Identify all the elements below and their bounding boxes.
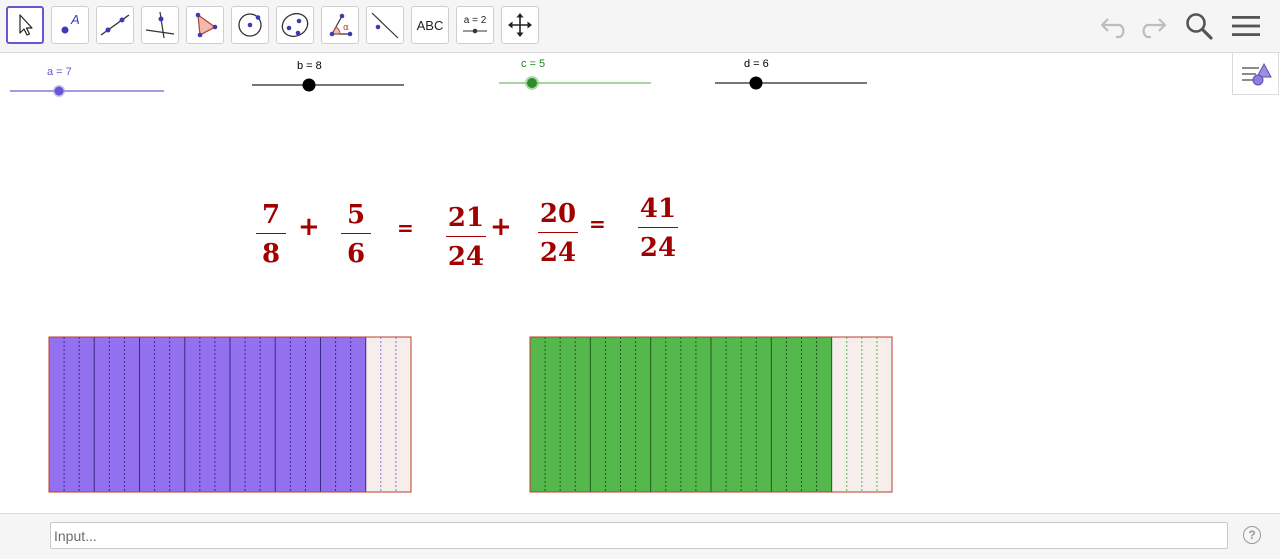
plus-sign: + (490, 212, 512, 242)
fraction-denominator: 24 (639, 233, 677, 263)
filled-part (184, 337, 230, 492)
reflect-tool[interactable] (366, 6, 404, 44)
arrow-pointer-icon (19, 14, 33, 36)
fraction-bar (256, 233, 286, 234)
perpendicular-line-tool[interactable] (141, 6, 179, 44)
move-cross-icon (508, 13, 532, 37)
empty-part (365, 337, 411, 492)
ellipse-icon (281, 12, 309, 38)
fraction-numerator: 41 (639, 194, 677, 224)
slider-b[interactable]: b = 8 (252, 58, 412, 94)
fraction-numerator: 21 (447, 203, 485, 233)
move-tool[interactable] (6, 6, 44, 44)
undo-icon (1100, 18, 1125, 39)
fraction-bar-diagram-c-over-d (529, 336, 893, 493)
slider-d-track[interactable] (715, 76, 875, 90)
help-icon[interactable]: ? (1243, 526, 1261, 544)
polygon-icon (195, 12, 218, 38)
circle-tool[interactable] (231, 6, 269, 44)
slider-b-track[interactable] (252, 78, 412, 92)
slider-icon (463, 28, 487, 34)
equals-sign: = (589, 212, 606, 236)
move-graphics-view-tool[interactable] (501, 6, 539, 44)
slider-c[interactable]: c = 5 (499, 56, 659, 92)
slider-tool[interactable]: a = 2 (456, 6, 494, 44)
slider-a-knob[interactable] (54, 86, 64, 96)
slider-a-label: a = 7 (47, 66, 72, 78)
slider-a-track[interactable] (10, 84, 170, 98)
point-tool[interactable]: A (51, 6, 89, 44)
fraction-denominator: 6 (346, 239, 366, 269)
fraction-numerator: 7 (261, 200, 281, 230)
slider-d[interactable]: d = 6 (715, 56, 875, 92)
algebra-input-bar: ? (0, 513, 1280, 559)
filled-part (49, 337, 95, 492)
fraction-sum-second: 20 24 (538, 201, 578, 266)
toolbar: A α ABC a = 2 (0, 0, 1280, 53)
slider-c-track[interactable] (499, 76, 659, 90)
line-tool[interactable] (96, 6, 134, 44)
fraction-result: 41 24 (638, 196, 678, 261)
fraction-a-over-b: 7 8 (256, 202, 286, 267)
slider-c-label: c = 5 (521, 58, 546, 70)
fraction-bar (446, 236, 486, 237)
svg-text:A: A (70, 12, 80, 27)
graphics-stylebar-toggle[interactable] (1232, 53, 1279, 95)
fraction-numerator: 5 (346, 200, 366, 230)
angle-tool[interactable]: α (321, 6, 359, 44)
main-menu-button[interactable] (1228, 8, 1264, 44)
polygon-tool[interactable] (186, 6, 224, 44)
slider-d-knob[interactable] (749, 76, 763, 90)
filled-part (94, 337, 140, 492)
slider-a[interactable]: a = 7 (10, 64, 170, 100)
redo-icon (1142, 18, 1167, 39)
slider-b-label: b = 8 (297, 60, 322, 72)
angle-icon: α (329, 13, 353, 37)
algebra-input-field[interactable] (50, 522, 1228, 549)
fraction-denominator: 24 (539, 238, 577, 268)
search-icon (1186, 13, 1213, 40)
text-tool[interactable]: ABC (411, 6, 449, 44)
filled-part (275, 337, 321, 492)
redo-button[interactable] (1134, 8, 1170, 44)
graphics-stylebar-icon (1241, 62, 1272, 85)
plus-sign: + (298, 212, 320, 242)
filled-part (230, 337, 276, 492)
equals-sign: = (397, 216, 414, 240)
svg-text:α: α (343, 23, 349, 33)
fraction-bar (538, 232, 578, 233)
fraction-c-over-d: 5 6 (341, 202, 371, 267)
slider-b-knob[interactable] (302, 78, 316, 92)
text-tool-label: ABC (416, 17, 444, 33)
fraction-bar-diagram-a-over-b (48, 336, 412, 493)
fraction-sum-first: 21 24 (446, 205, 486, 270)
fraction-denominator: 24 (447, 242, 485, 272)
hamburger-menu-icon (1232, 16, 1260, 36)
search-button[interactable] (1181, 8, 1217, 44)
slider-c-knob[interactable] (527, 78, 537, 88)
undo-button[interactable] (1097, 8, 1133, 44)
line-icon (100, 14, 130, 36)
slider-d-label: d = 6 (744, 58, 769, 70)
conic-tool[interactable] (276, 6, 314, 44)
point-icon: A (61, 12, 80, 34)
filled-part (139, 337, 185, 492)
reflect-icon (371, 12, 399, 39)
circle-icon (238, 13, 262, 37)
perpendicular-icon (145, 11, 175, 39)
slider-tool-label: a = 2 (463, 15, 487, 26)
fraction-denominator: 8 (261, 239, 281, 269)
fraction-numerator: 20 (539, 199, 577, 229)
fraction-bar (341, 233, 371, 234)
filled-part (320, 337, 366, 492)
fraction-bar (638, 227, 678, 228)
